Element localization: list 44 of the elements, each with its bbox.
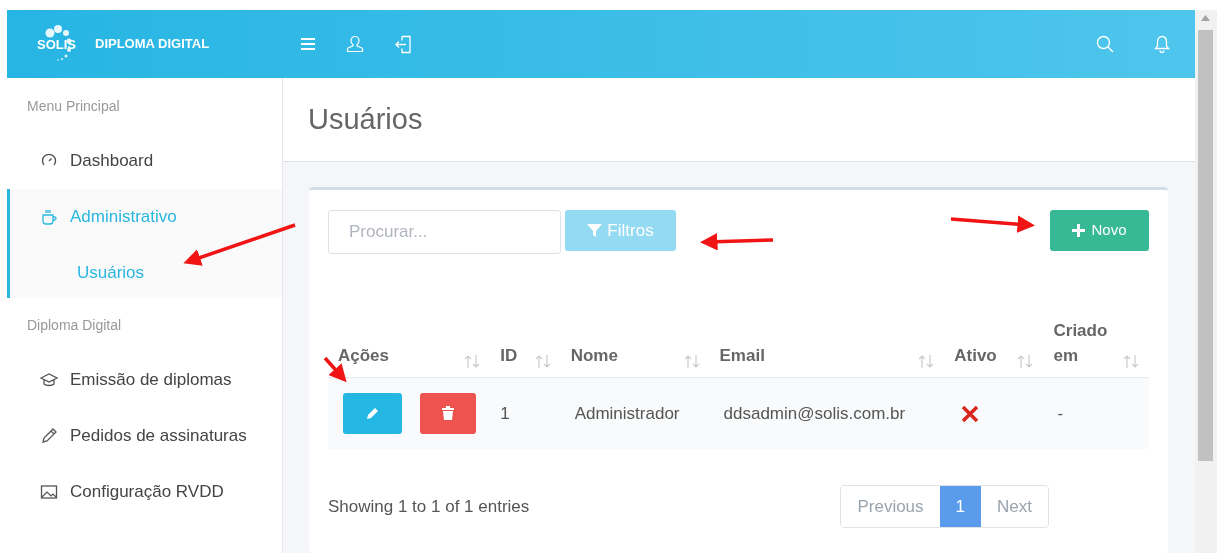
logout-icon[interactable] bbox=[394, 34, 412, 54]
entries-info: Showing 1 to 1 of 1 entries bbox=[328, 495, 530, 518]
search-field[interactable]: Procurar... bbox=[328, 210, 561, 254]
search-icon[interactable] bbox=[1096, 35, 1114, 53]
image-icon bbox=[40, 483, 58, 501]
page-title: Usuários bbox=[308, 101, 423, 137]
table-cell: Administrador bbox=[574, 403, 680, 423]
sort-icon[interactable] bbox=[464, 353, 481, 369]
filter-icon bbox=[587, 223, 603, 238]
sort-icon[interactable] bbox=[1123, 353, 1139, 369]
edit-button[interactable] bbox=[343, 392, 402, 434]
pencil-icon bbox=[40, 427, 58, 445]
sidebar-item[interactable]: Pedidos de assinaturas bbox=[10, 408, 282, 464]
sort-icon[interactable] bbox=[1017, 353, 1034, 369]
cup-icon bbox=[40, 208, 58, 226]
table-cell: 1 bbox=[500, 403, 510, 423]
column-header[interactable]: Ações bbox=[338, 343, 390, 369]
sidebar-section-title: Diploma Digital bbox=[26, 316, 123, 335]
plus-icon bbox=[1072, 224, 1086, 237]
user-icon[interactable] bbox=[346, 35, 364, 53]
column-header[interactable]: ID bbox=[500, 343, 518, 369]
column-header[interactable]: Email bbox=[719, 343, 765, 369]
sort-icon[interactable] bbox=[534, 353, 551, 369]
graduation-cap-icon bbox=[40, 371, 58, 389]
sort-icon[interactable] bbox=[918, 353, 935, 369]
menu-icon[interactable] bbox=[300, 37, 316, 51]
sidebar-item[interactable]: Emissão de diplomas bbox=[10, 352, 282, 408]
notification-bell-icon[interactable] bbox=[1154, 35, 1170, 53]
logo: SOLIS bbox=[37, 24, 83, 64]
scroll-up-icon[interactable] bbox=[1201, 15, 1210, 21]
sidebar-section-title: Menu Principal bbox=[26, 97, 121, 116]
sidebar-item[interactable]: Configuração RVDD bbox=[10, 464, 282, 520]
trash-icon bbox=[442, 406, 454, 421]
delete-button[interactable] bbox=[420, 392, 476, 434]
pencil-icon bbox=[365, 406, 380, 421]
column-header[interactable]: Criado em bbox=[1053, 317, 1114, 369]
table-cell: ddsadmin@solis.com.br bbox=[723, 403, 906, 423]
app-title: DIPLOMA DIGITAL bbox=[95, 35, 210, 54]
column-header[interactable]: Nome bbox=[570, 343, 618, 369]
table-cell: - bbox=[1057, 403, 1064, 423]
sidebar-item[interactable]: Dashboard bbox=[10, 133, 282, 189]
column-header[interactable]: Ativo bbox=[954, 343, 997, 369]
scrollbar[interactable] bbox=[1195, 10, 1217, 553]
sort-icon[interactable] bbox=[683, 353, 700, 369]
